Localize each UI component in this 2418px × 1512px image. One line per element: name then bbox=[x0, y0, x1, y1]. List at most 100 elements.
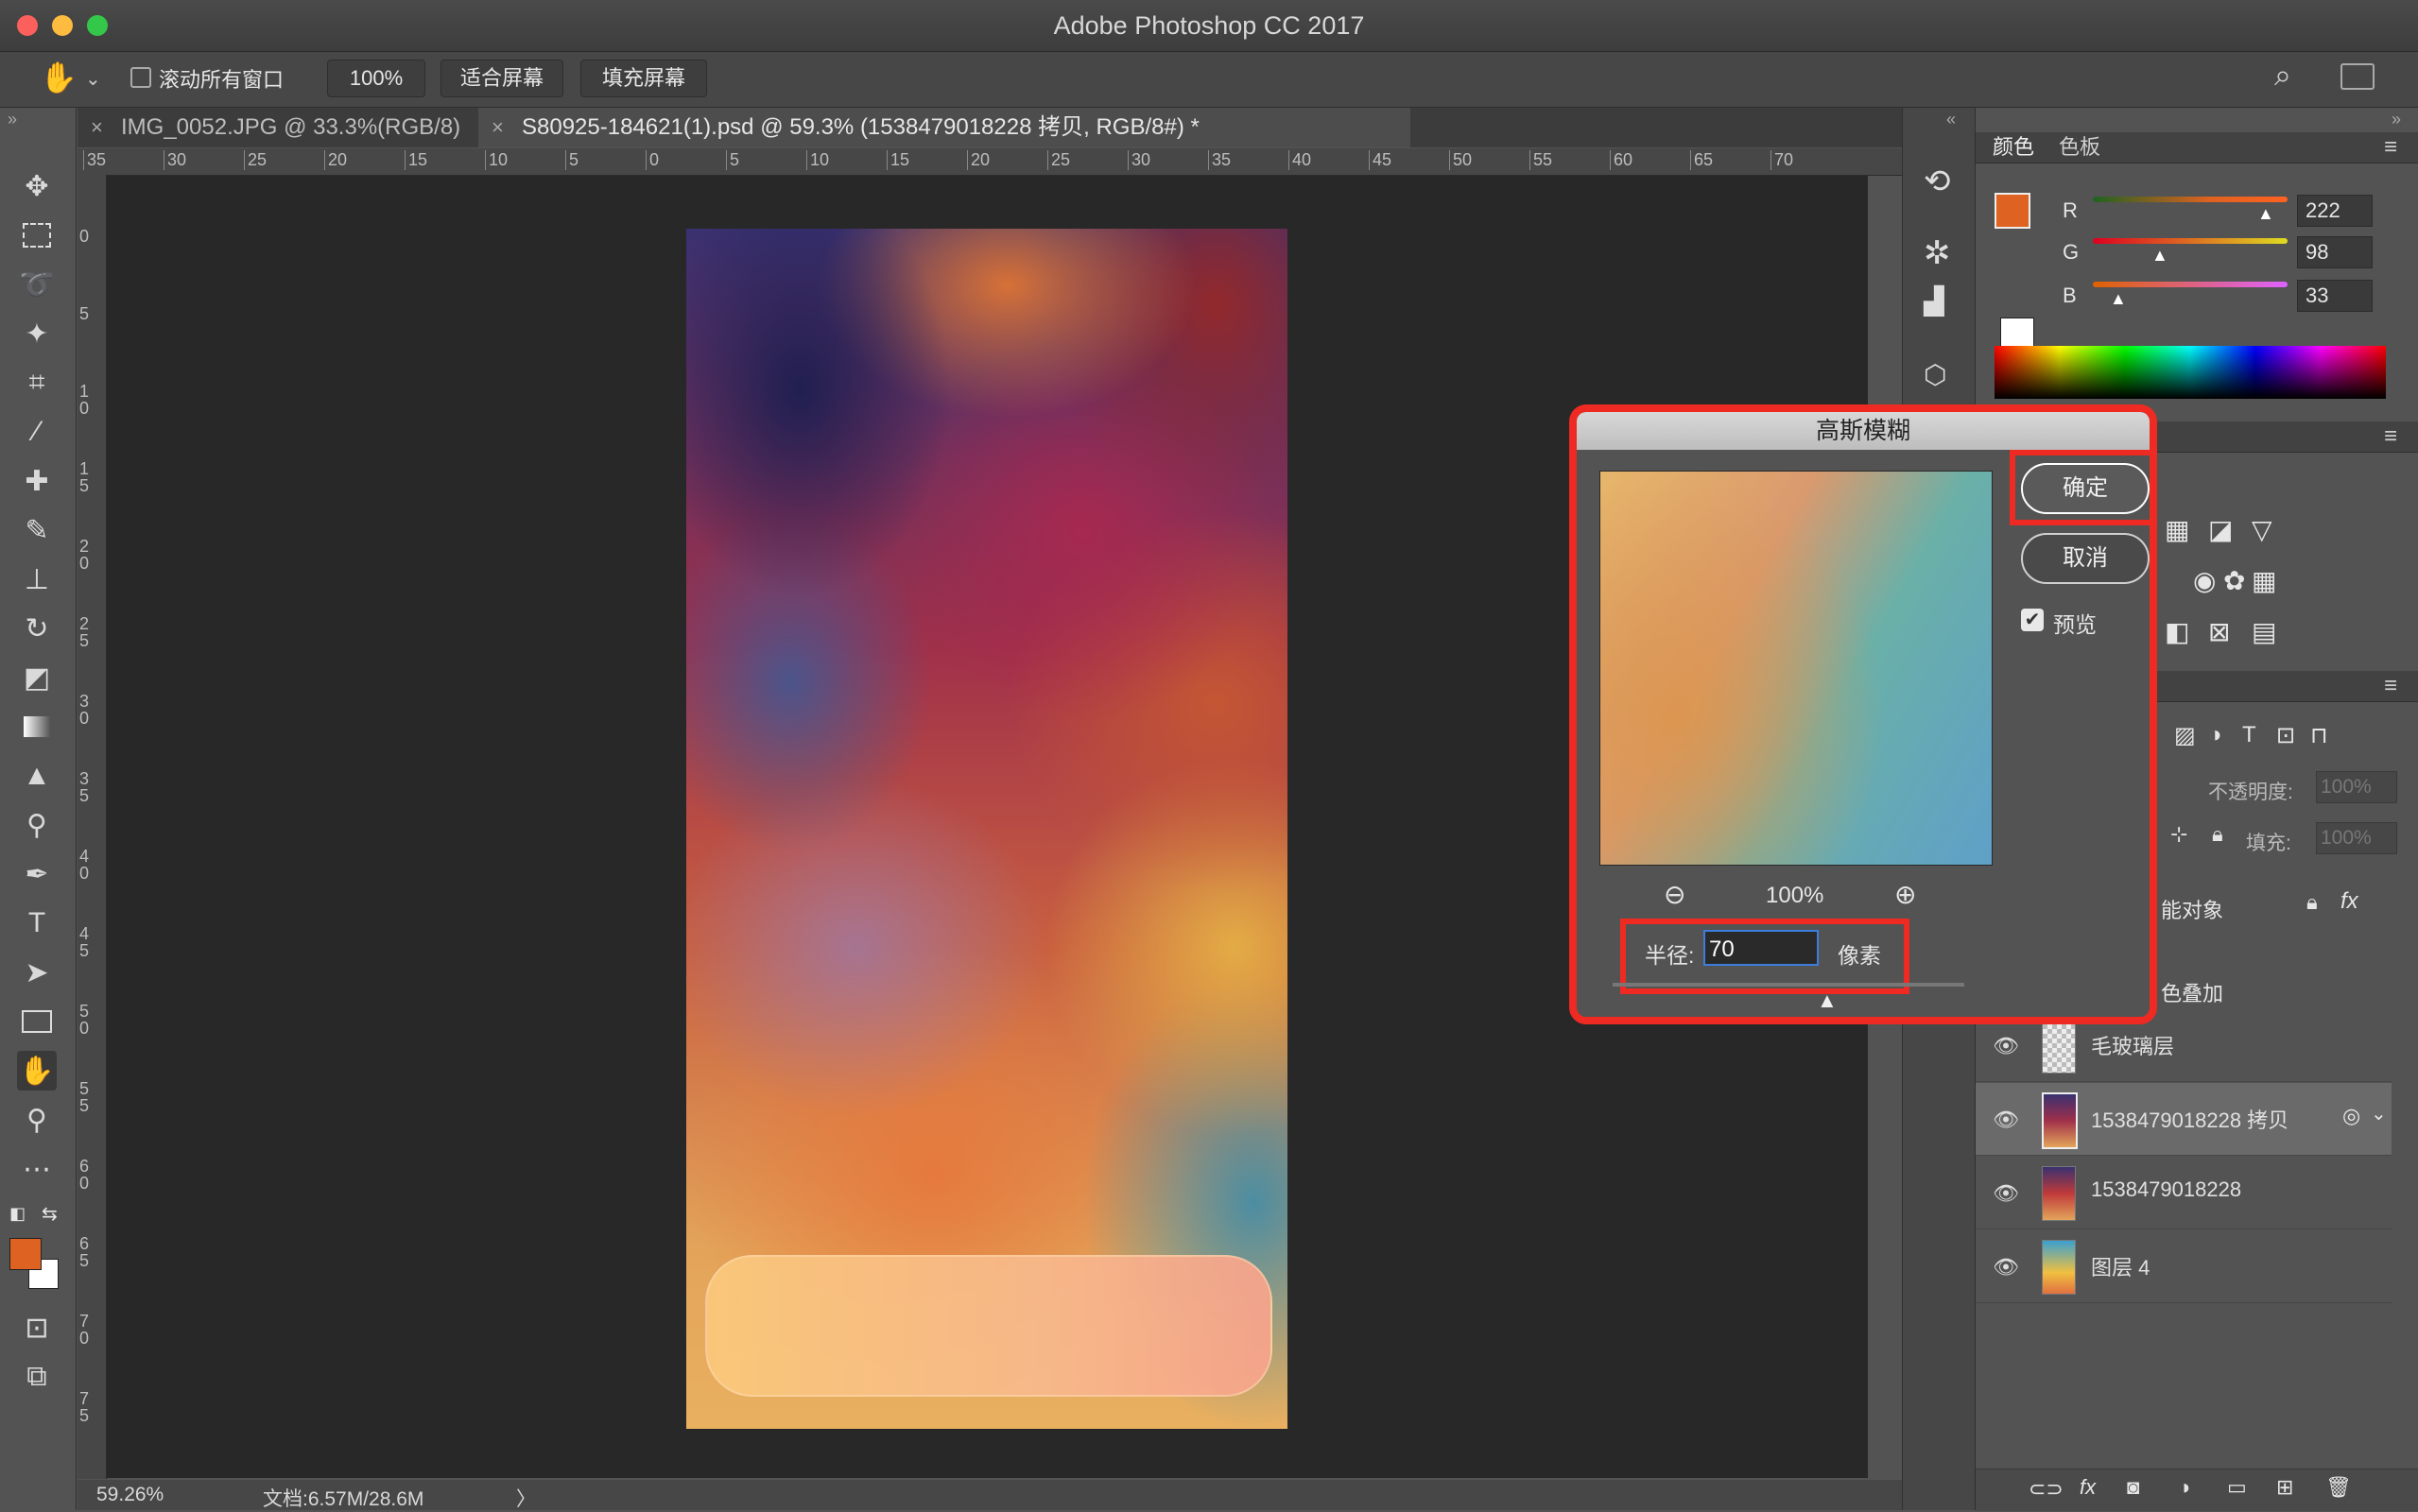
eraser-tool-icon[interactable]: ◩ bbox=[17, 658, 57, 697]
magic-wand-tool-icon[interactable]: ✦ bbox=[17, 314, 57, 353]
chevron-down-icon[interactable]: ⌄ bbox=[2371, 1102, 2387, 1125]
preview-checkbox[interactable]: ✔ bbox=[2021, 609, 2044, 631]
color-spectrum-bar[interactable] bbox=[1995, 346, 2386, 399]
layer-row-selected[interactable]: 👁︎ 1538479018228 拷贝 ◎ ⌄ bbox=[1976, 1083, 2392, 1156]
hand-tool-icon[interactable]: ✋ bbox=[17, 1051, 57, 1091]
crop-tool-icon[interactable]: ⌗ bbox=[17, 363, 57, 403]
radius-slider-track[interactable] bbox=[1613, 983, 1964, 987]
path-selection-tool-icon[interactable]: ➤ bbox=[17, 953, 57, 992]
histogram-panel-icon[interactable]: ▟ bbox=[1924, 285, 1944, 317]
history-brush-tool-icon[interactable]: ↻ bbox=[17, 609, 57, 648]
g-slider-handle[interactable]: ▲ bbox=[2151, 246, 2168, 266]
search-icon[interactable]: ⌕ bbox=[2274, 58, 2291, 94]
ok-button[interactable]: 确定 bbox=[2021, 463, 2150, 514]
screen-mode-icon[interactable]: ⧉ bbox=[17, 1357, 57, 1397]
smart-filter-icon[interactable]: ◎ bbox=[2342, 1104, 2360, 1128]
visibility-eye-icon[interactable]: 👁︎ bbox=[1993, 1108, 2019, 1132]
fx-icon[interactable]: fx bbox=[2080, 1475, 2096, 1500]
3d-panel-icon[interactable]: ⬡ bbox=[1924, 359, 1946, 390]
cancel-button[interactable]: 取消 bbox=[2021, 533, 2150, 584]
gradient-map-icon[interactable]: ▤ bbox=[2252, 616, 2276, 647]
zoom-tool-icon[interactable]: ⚲ bbox=[17, 1100, 57, 1140]
opacity-field[interactable]: 100% bbox=[2316, 771, 2397, 803]
b-slider-track[interactable] bbox=[2093, 282, 2288, 287]
tab-s80925-psd[interactable]: × S80925-184621(1).psd @ 59.3% (15384790… bbox=[478, 108, 1410, 147]
radius-slider-handle[interactable]: ▲ bbox=[1817, 988, 1838, 1013]
healing-brush-tool-icon[interactable]: ✚ bbox=[17, 461, 57, 501]
workspace-icon[interactable] bbox=[2340, 63, 2375, 90]
gradient-tool-icon[interactable] bbox=[17, 707, 57, 747]
default-colors-icon[interactable]: ◧ bbox=[9, 1204, 26, 1224]
lock-position-icon[interactable]: ⊹ bbox=[2170, 822, 2187, 847]
quick-mask-icon[interactable]: ⊡ bbox=[17, 1308, 57, 1348]
zoom-out-icon[interactable]: ⊖ bbox=[1664, 879, 1685, 910]
r-slider-track[interactable] bbox=[2093, 197, 2288, 202]
exposure-adjust-icon[interactable]: ◪ bbox=[2208, 514, 2233, 545]
foreground-color-swatch[interactable] bbox=[1995, 193, 2030, 229]
fx-icon[interactable]: fx bbox=[2340, 888, 2358, 915]
visibility-eye-icon[interactable]: 👁︎ bbox=[1993, 1255, 2019, 1280]
dodge-tool-icon[interactable]: ⚲ bbox=[17, 805, 57, 845]
hand-tool-icon[interactable]: ✋ bbox=[40, 60, 78, 95]
color-lookup-icon[interactable]: ▦ bbox=[2252, 565, 2276, 596]
collapse-icon[interactable]: » bbox=[2392, 110, 2401, 129]
visibility-eye-icon[interactable]: 👁︎ bbox=[1993, 1181, 2019, 1206]
tab-color[interactable]: 颜色 bbox=[1993, 132, 2034, 163]
rectangle-tool-icon[interactable] bbox=[17, 1002, 57, 1041]
filter-type-icon[interactable]: T bbox=[2242, 722, 2256, 748]
curves-adjust-icon[interactable]: ▦ bbox=[2165, 514, 2189, 545]
channel-mixer-icon[interactable]: ✿ bbox=[2223, 565, 2245, 596]
r-value-field[interactable]: 222 bbox=[2297, 195, 2373, 227]
move-tool-icon[interactable]: ✥ bbox=[17, 166, 57, 206]
fit-screen-button[interactable]: 适合屏幕 bbox=[440, 60, 563, 97]
add-mask-icon[interactable]: ◙ bbox=[2127, 1475, 2139, 1500]
b-value-field[interactable]: 33 bbox=[2297, 280, 2373, 312]
panel-menu-icon[interactable]: ≡ bbox=[2384, 671, 2397, 701]
collapse-icon[interactable]: « bbox=[1946, 110, 1956, 129]
swap-colors-icon[interactable]: ⇆ bbox=[42, 1202, 58, 1226]
visibility-eye-icon[interactable]: 👁︎ bbox=[1993, 1034, 2019, 1058]
properties-panel-icon[interactable]: ✲ bbox=[1924, 234, 1951, 272]
close-tab-icon[interactable]: × bbox=[492, 108, 504, 147]
adjustment-layer-icon[interactable]: ◑ bbox=[2178, 1475, 2190, 1500]
blur-tool-icon[interactable]: ▲ bbox=[17, 756, 57, 796]
history-panel-icon[interactable]: ⟲ bbox=[1924, 163, 1951, 200]
b-slider-handle[interactable]: ▲ bbox=[2110, 289, 2127, 309]
g-slider-track[interactable] bbox=[2093, 238, 2288, 244]
document-image[interactable] bbox=[686, 229, 1287, 1429]
g-value-field[interactable]: 98 bbox=[2297, 236, 2373, 268]
collapse-icon[interactable]: » bbox=[8, 110, 17, 129]
eyedropper-tool-icon[interactable]: ⁄ bbox=[17, 412, 57, 452]
pen-tool-icon[interactable]: ✒ bbox=[17, 854, 57, 894]
type-tool-icon[interactable]: T bbox=[17, 903, 57, 943]
filter-smart-icon[interactable]: ⊓ bbox=[2310, 722, 2328, 749]
fill-screen-button[interactable]: 填充屏幕 bbox=[580, 60, 707, 97]
posterize-icon[interactable]: ◧ bbox=[2165, 616, 2189, 647]
more-tools-icon[interactable]: ⋯ bbox=[17, 1149, 57, 1189]
foreground-color-swatch[interactable] bbox=[9, 1238, 42, 1270]
zoom-in-icon[interactable]: ⊕ bbox=[1894, 879, 1916, 910]
zoom-100-button[interactable]: 100% bbox=[327, 60, 425, 97]
vibrance-adjust-icon[interactable]: ▽ bbox=[2252, 514, 2272, 545]
stamp-tool-icon[interactable]: ⊥ bbox=[17, 559, 57, 599]
layer-row[interactable]: 👁︎ 图层 4 bbox=[1976, 1230, 2392, 1303]
fill-field[interactable]: 100% bbox=[2316, 822, 2397, 854]
filter-pixel-icon[interactable]: ▨ bbox=[2174, 722, 2196, 749]
new-group-icon[interactable]: ▭ bbox=[2227, 1475, 2247, 1500]
brush-tool-icon[interactable]: ✎ bbox=[17, 510, 57, 550]
panel-menu-icon[interactable]: ≡ bbox=[2384, 421, 2397, 452]
r-slider-handle[interactable]: ▲ bbox=[2257, 204, 2274, 224]
scroll-all-windows-checkbox[interactable] bbox=[130, 67, 151, 88]
trash-icon[interactable]: 🗑︎ bbox=[2325, 1475, 2352, 1500]
marquee-tool-icon[interactable] bbox=[17, 215, 57, 255]
lasso-tool-icon[interactable]: ➰ bbox=[17, 265, 57, 304]
radius-input[interactable]: 70 bbox=[1703, 930, 1819, 966]
new-layer-icon[interactable]: ⊞ bbox=[2276, 1475, 2293, 1500]
photo-filter-icon[interactable]: ◉ bbox=[2193, 565, 2216, 596]
link-layers-icon[interactable]: ⊂⊃ bbox=[2029, 1477, 2064, 1502]
lock-all-icon[interactable]: 🔒︎ bbox=[2212, 822, 2223, 847]
filter-adjust-icon[interactable]: ◑ bbox=[2208, 722, 2222, 748]
tab-img-0052[interactable]: × IMG_0052.JPG @ 33.3%(RGB/8) bbox=[78, 108, 518, 147]
tab-swatches[interactable]: 色板 bbox=[2059, 132, 2100, 163]
status-menu-arrow[interactable]: 〉 bbox=[516, 1484, 536, 1512]
